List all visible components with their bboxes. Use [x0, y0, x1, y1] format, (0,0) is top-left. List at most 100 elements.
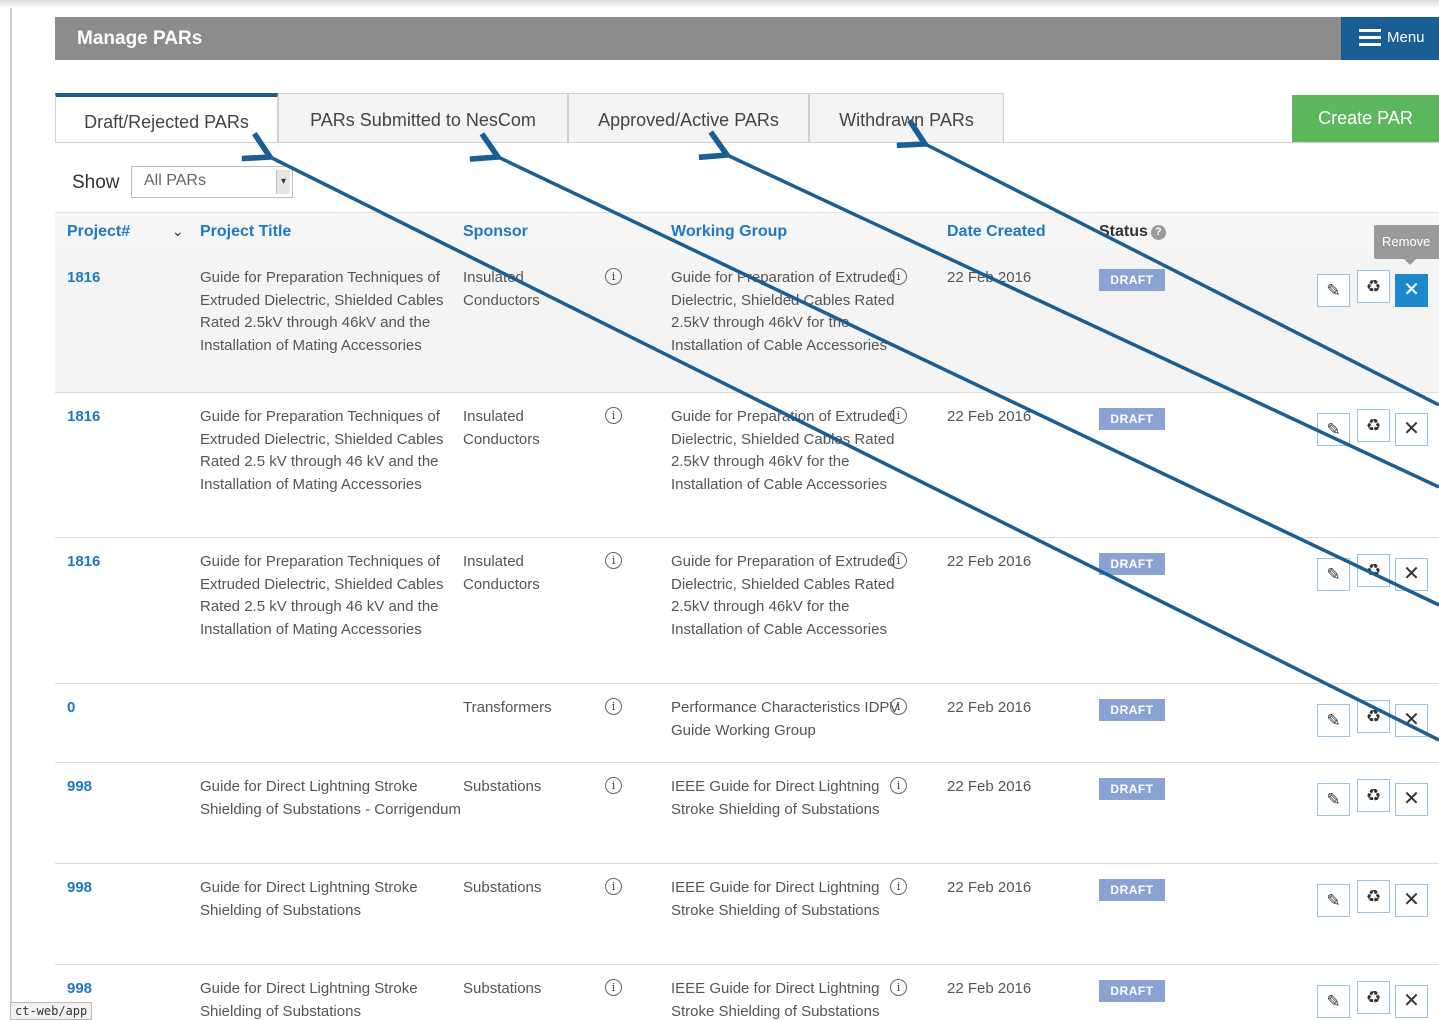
info-icon[interactable]: i — [890, 979, 907, 996]
sponsor: Insulated Conductors — [463, 408, 540, 448]
tabs-divider — [55, 142, 1439, 143]
pencil-icon[interactable]: ✎ — [1317, 413, 1350, 446]
column-status: Status? — [1099, 223, 1166, 241]
close-icon[interactable]: ✕ — [1395, 558, 1428, 591]
info-icon[interactable]: i — [890, 407, 907, 424]
project-number-link[interactable]: 1816 — [67, 551, 100, 574]
sponsor: Substations — [463, 980, 542, 997]
working-group: Guide for Preparation of Extruded Dielec… — [671, 408, 896, 493]
column-status-label: Status — [1099, 223, 1148, 240]
pencil-icon[interactable]: ✎ — [1317, 884, 1350, 917]
date-created: 22 Feb 2016 — [947, 980, 1032, 997]
status-badge: DRAFT — [1099, 980, 1165, 1002]
working-group: Guide for Preparation of Extruded Dielec… — [671, 269, 896, 354]
tab-draft-rejected[interactable]: Draft/Rejected PARs — [55, 93, 278, 143]
table-row: 998 Guide for Direct Lightning Stroke Sh… — [55, 864, 1439, 965]
status-badge: DRAFT — [1099, 879, 1165, 901]
sort-chevron-down-icon[interactable]: ⌄ — [172, 223, 184, 240]
date-created: 22 Feb 2016 — [947, 269, 1032, 286]
close-icon[interactable]: ✕ — [1395, 985, 1428, 1018]
page-header: Manage PARs — [55, 17, 1439, 60]
table-header: Project# ⌄ Project Title Sponsor Working… — [55, 212, 1439, 254]
info-icon[interactable]: i — [890, 552, 907, 569]
info-icon[interactable]: i — [605, 777, 622, 794]
question-circle-icon[interactable]: ? — [1150, 225, 1166, 240]
working-group: IEEE Guide for Direct Lightning Stroke S… — [671, 879, 880, 919]
sponsor: Substations — [463, 778, 542, 795]
status-badge: DRAFT — [1099, 408, 1165, 430]
column-sponsor[interactable]: Sponsor — [463, 223, 528, 241]
table-row: 998 Guide for Direct Lightning Stroke Sh… — [55, 965, 1439, 1020]
project-number-link[interactable]: 1816 — [67, 406, 100, 429]
project-number-link[interactable]: 1816 — [67, 267, 100, 290]
sponsor: Transformers — [463, 699, 552, 716]
tab-submitted-nescom[interactable]: PARs Submitted to NesCom — [278, 93, 568, 143]
recycle-icon[interactable]: ♻ — [1357, 554, 1390, 587]
project-number-link[interactable]: 998 — [67, 877, 92, 900]
info-icon[interactable]: i — [605, 698, 622, 715]
date-created: 22 Feb 2016 — [947, 879, 1032, 896]
pencil-icon[interactable]: ✎ — [1317, 558, 1350, 591]
recycle-icon[interactable]: ♻ — [1357, 270, 1390, 303]
hamburger-icon — [1359, 29, 1381, 47]
close-icon[interactable]: ✕ — [1395, 274, 1428, 307]
column-working-group[interactable]: Working Group — [671, 223, 787, 241]
project-title: Guide for Preparation Techniques of Extr… — [200, 408, 444, 493]
column-project-title[interactable]: Project Title — [200, 223, 291, 241]
info-icon[interactable]: i — [605, 878, 622, 895]
close-icon[interactable]: ✕ — [1395, 783, 1428, 816]
recycle-icon[interactable]: ♻ — [1357, 779, 1390, 812]
status-bar-url: ct-web/app — [10, 1002, 93, 1020]
window-top-edge — [0, 0, 1439, 8]
pencil-icon[interactable]: ✎ — [1317, 704, 1350, 737]
info-icon[interactable]: i — [890, 777, 907, 794]
table-row: 1816 Guide for Preparation Techniques of… — [55, 254, 1439, 393]
recycle-icon[interactable]: ♻ — [1357, 409, 1390, 442]
recycle-icon[interactable]: ♻ — [1357, 700, 1390, 733]
info-icon[interactable]: i — [605, 407, 622, 424]
sponsor: Substations — [463, 879, 542, 896]
working-group: IEEE Guide for Direct Lightning Stroke S… — [671, 778, 880, 818]
status-badge: DRAFT — [1099, 699, 1165, 721]
info-icon[interactable]: i — [890, 878, 907, 895]
table-row: 998 Guide for Direct Lightning Stroke Sh… — [55, 763, 1439, 864]
select-arrow-icon: ▾ — [276, 170, 290, 194]
info-icon[interactable]: i — [605, 979, 622, 996]
tab-approved-active[interactable]: Approved/Active PARs — [568, 93, 809, 143]
create-par-button[interactable]: Create PAR — [1292, 95, 1439, 142]
working-group: IEEE Guide for Direct Lightning Stroke S… — [671, 980, 880, 1020]
recycle-icon[interactable]: ♻ — [1357, 981, 1390, 1014]
show-filter-label: Show — [72, 172, 120, 193]
project-title: Guide for Preparation Techniques of Extr… — [200, 269, 444, 354]
table-row: 1816 Guide for Preparation Techniques of… — [55, 538, 1439, 684]
column-project-number[interactable]: Project# — [67, 223, 130, 241]
pencil-icon[interactable]: ✎ — [1317, 274, 1350, 307]
info-icon[interactable]: i — [890, 698, 907, 715]
info-icon[interactable]: i — [890, 268, 907, 285]
status-badge: DRAFT — [1099, 778, 1165, 800]
table-row: 0 Transformers i Performance Characteris… — [55, 684, 1439, 763]
tab-withdrawn[interactable]: Withdrawn PARs — [809, 93, 1004, 143]
recycle-icon[interactable]: ♻ — [1357, 880, 1390, 913]
info-icon[interactable]: i — [605, 268, 622, 285]
working-group: Guide for Preparation of Extruded Dielec… — [671, 553, 896, 638]
close-icon[interactable]: ✕ — [1395, 704, 1428, 737]
date-created: 22 Feb 2016 — [947, 553, 1032, 570]
project-number-link[interactable]: 0 — [67, 697, 75, 720]
column-date-created[interactable]: Date Created — [947, 223, 1046, 241]
menu-label: Menu — [1387, 29, 1425, 46]
close-icon[interactable]: ✕ — [1395, 413, 1428, 446]
close-icon[interactable]: ✕ — [1395, 884, 1428, 917]
pencil-icon[interactable]: ✎ — [1317, 985, 1350, 1018]
project-number-link[interactable]: 998 — [67, 776, 92, 799]
info-icon[interactable]: i — [605, 552, 622, 569]
sponsor: Insulated Conductors — [463, 269, 540, 309]
project-title: Guide for Direct Lightning Stroke Shield… — [200, 778, 461, 818]
project-number-link[interactable]: 998 — [67, 978, 92, 1001]
window-left-edge — [10, 8, 12, 1020]
page-title: Manage PARs — [77, 28, 203, 49]
menu-button[interactable]: Menu — [1341, 17, 1439, 60]
date-created: 22 Feb 2016 — [947, 778, 1032, 795]
pencil-icon[interactable]: ✎ — [1317, 783, 1350, 816]
show-filter-select[interactable]: All PARs ▾ — [131, 166, 293, 198]
